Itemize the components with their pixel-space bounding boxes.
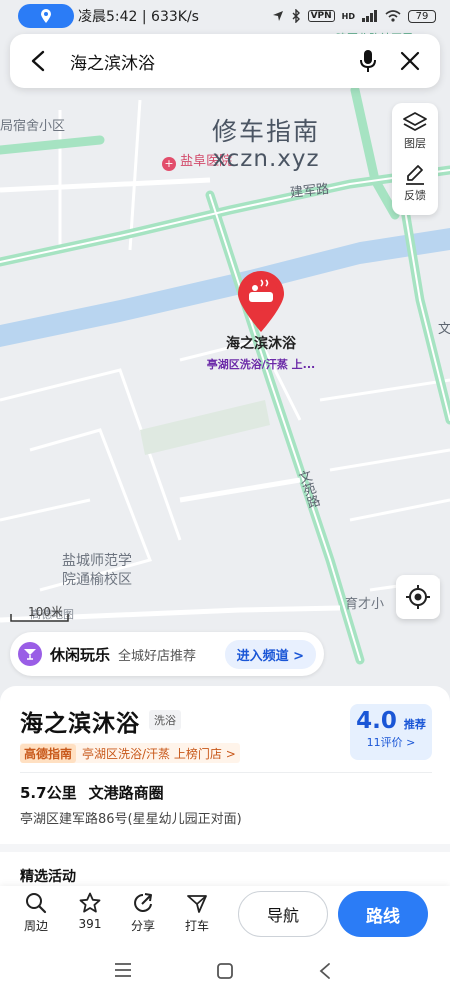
share-icon: [134, 893, 152, 912]
close-icon: [400, 51, 420, 71]
star-icon: [79, 892, 101, 913]
rating-score: 4.0: [356, 708, 397, 734]
menu-icon: [115, 963, 131, 977]
search-bar[interactable]: 海之滨沐浴: [10, 34, 440, 88]
close-search-button[interactable]: [396, 47, 424, 75]
watermark-line1: 修车指南: [212, 117, 321, 146]
enter-channel-button[interactable]: 进入频道 >: [224, 639, 316, 669]
status-bar: 凌晨5:42 | 633K/s VPN HD 79: [0, 0, 450, 32]
location-pin-icon: [41, 9, 51, 23]
back-arrow-icon: [31, 50, 45, 72]
cocktail-icon: [18, 642, 42, 666]
business-area: 文港路商圈: [88, 784, 164, 802]
map-label-jianjun-road: 建军路: [289, 181, 330, 201]
pin-category: 亭湖区洗浴/汗蒸 上...: [206, 358, 316, 371]
layers-icon: [403, 112, 427, 131]
system-navigation-bar: [0, 946, 450, 1000]
voice-search-button[interactable]: [354, 47, 382, 75]
poi-pin[interactable]: [234, 270, 288, 334]
bluetooth-icon: [292, 9, 300, 23]
nearby-label: 周边: [23, 919, 48, 933]
taxi-icon: [187, 895, 207, 913]
address[interactable]: 亭湖区建军路86号(星星幼儿园正对面): [20, 808, 242, 827]
feedback-label: 反馈: [404, 189, 426, 202]
rating-label: 推荐: [403, 718, 426, 731]
map-label-school-1: 盐城师范学: [62, 553, 132, 569]
poi-pin-label[interactable]: 海之滨沐浴 亭湖区洗浴/汗蒸 上...: [196, 333, 326, 372]
battery-indicator: 79: [408, 9, 436, 23]
edit-feedback-icon: [406, 165, 424, 185]
map-label-wen: 文: [438, 322, 450, 337]
events-section-title: 精选活动: [20, 869, 76, 885]
section-gap: [0, 844, 450, 852]
action-bar: 周边 391 分享 打车 导航 路线: [0, 886, 450, 946]
leisure-subtitle: 全城好店推荐: [118, 648, 197, 664]
vpn-badge: VPN: [307, 10, 335, 22]
gps-arrow-icon: [272, 11, 283, 21]
review-count: 11评价 >: [366, 736, 416, 749]
layers-button[interactable]: 图层: [402, 111, 428, 163]
favorite-count: 391: [78, 917, 102, 931]
wifi-icon: [385, 10, 401, 22]
nearby-button[interactable]: 周边: [14, 892, 58, 934]
map-view[interactable]: 局宿舍小区 + 盐阜医院 建军路 文苑路 文 盐城师范学 院通榆校区 育才小 高…: [0, 0, 450, 700]
location-active-pill: [18, 4, 74, 28]
leisure-banner[interactable]: 休闲玩乐 全城好店推荐 进入频道 >: [10, 632, 324, 676]
watermark-line2: xczn.xyz: [212, 146, 320, 172]
layers-label: 图层: [404, 137, 426, 150]
gaode-guide-badge: 高德指南: [20, 743, 77, 763]
feedback-button[interactable]: 反馈: [403, 163, 427, 215]
network-type: HD: [341, 11, 355, 21]
map-label-school-2: 院通榆校区: [62, 572, 132, 588]
share-button[interactable]: 分享: [121, 892, 165, 934]
leisure-title: 休闲玩乐: [50, 645, 111, 664]
signal-icon: [362, 10, 377, 22]
navigate-button[interactable]: 导航: [238, 891, 328, 937]
divider: [20, 772, 432, 773]
pin-name: 海之滨沐浴: [226, 336, 296, 352]
hospital-icon: +: [162, 157, 176, 171]
locate-me-button[interactable]: [396, 575, 440, 619]
distance: 5.7公里: [20, 784, 77, 802]
map-scale: 100米: [10, 603, 69, 622]
microphone-icon: [360, 50, 376, 72]
ranking-row[interactable]: 高德指南 亭湖区洗浴/汗蒸 上榜门店 >: [20, 743, 240, 763]
rating-card[interactable]: 4.0 推荐 11评价 >: [350, 704, 432, 760]
home-square-icon: [217, 963, 233, 979]
pin-marker-icon: [238, 271, 284, 332]
back-chevron-icon: [319, 963, 330, 979]
search-icon: [26, 893, 47, 914]
taxi-label: 打车: [184, 919, 209, 933]
route-button[interactable]: 路线: [338, 891, 428, 937]
map-label-yucai: 育才小: [345, 597, 385, 612]
crosshair-icon: [406, 585, 430, 609]
distance-row: 5.7公里 文港路商圈: [20, 782, 164, 803]
poi-category-tag: 洗浴: [149, 710, 181, 730]
taxi-button[interactable]: 打车: [175, 892, 219, 934]
poi-title: 海之滨沐浴: [20, 711, 140, 737]
status-time: 凌晨5:42 | 633K/s: [78, 9, 199, 25]
back-button[interactable]: [24, 47, 52, 75]
home-button[interactable]: [216, 962, 234, 984]
system-back-button[interactable]: [318, 962, 332, 984]
menu-button[interactable]: [114, 962, 132, 982]
favorite-button[interactable]: 391: [68, 892, 112, 931]
map-label-dorm: 局宿舍小区: [0, 119, 66, 134]
map-tools-panel: 图层 反馈: [392, 103, 438, 215]
watermark: 修车指南 xczn.xyz: [212, 112, 320, 172]
share-label: 分享: [130, 919, 155, 933]
scale-bar-icon: [10, 614, 69, 622]
ranking-text: 亭湖区洗浴/汗蒸 上榜门店 >: [82, 746, 236, 761]
search-query[interactable]: 海之滨沐浴: [70, 49, 354, 74]
